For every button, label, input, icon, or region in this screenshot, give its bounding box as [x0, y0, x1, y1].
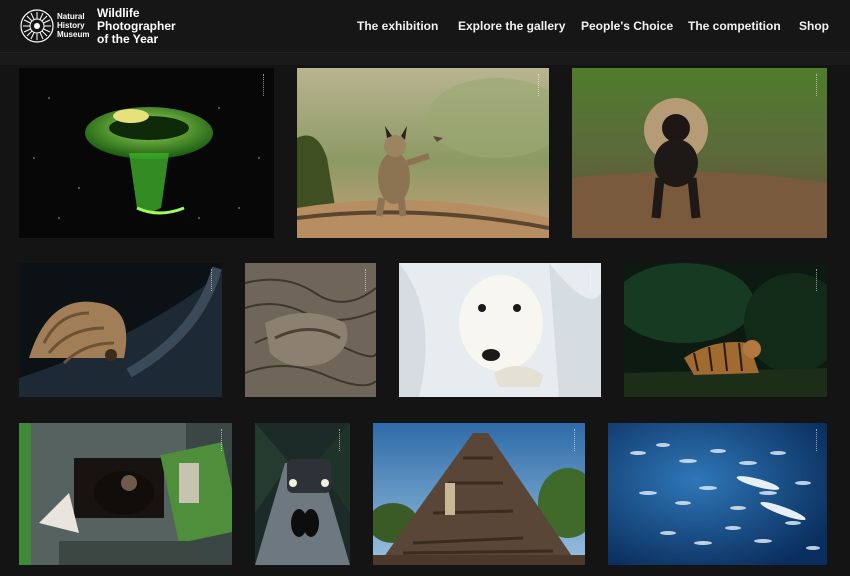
- photo-credit-mark: [221, 429, 228, 451]
- polar-bear-image: [399, 263, 601, 397]
- jellyfish-image: [19, 68, 274, 238]
- pangolin-image: [19, 263, 222, 397]
- tiger-image: [624, 263, 827, 397]
- sloth-image: [245, 263, 376, 397]
- photo-fish-school[interactable]: [608, 423, 827, 565]
- museum-name-line: History: [57, 21, 85, 30]
- museum-name-line: Museum: [57, 30, 90, 39]
- photo-credit-mark: [816, 269, 823, 291]
- photo-credit-mark: [816, 429, 823, 451]
- site-title[interactable]: Wildlife Photographer of the Year: [97, 7, 176, 46]
- museum-name[interactable]: Natural History Museum: [57, 12, 89, 39]
- fish-school-image: [608, 423, 827, 565]
- nav-shop[interactable]: Shop: [799, 19, 829, 33]
- photo-credit-mark: [590, 269, 597, 291]
- photo-pangolin[interactable]: [19, 263, 222, 397]
- bears-road-image: [255, 423, 350, 565]
- photo-sloth[interactable]: [245, 263, 376, 397]
- nav-explore-gallery[interactable]: Explore the gallery: [458, 19, 565, 33]
- nav-peoples-choice[interactable]: People's Choice: [581, 19, 673, 33]
- photo-polar-bear[interactable]: [399, 263, 601, 397]
- photo-lynx[interactable]: [297, 68, 549, 238]
- ivory-pyre-image: [373, 423, 585, 565]
- photo-credit-mark: [211, 269, 218, 291]
- photo-ivory-pyre[interactable]: [373, 423, 585, 565]
- photo-credit-mark: [339, 429, 346, 451]
- photo-credit-mark: [574, 429, 581, 451]
- nav-competition[interactable]: The competition: [688, 19, 781, 33]
- photo-jellyfish[interactable]: [19, 68, 274, 238]
- nav-exhibition[interactable]: The exhibition: [357, 19, 438, 33]
- photo-credit-mark: [365, 269, 372, 291]
- lynx-image: [297, 68, 549, 238]
- museum-name-line: Natural: [57, 12, 85, 21]
- photo-credit-mark: [816, 74, 823, 96]
- nhm-logo-icon[interactable]: [20, 9, 54, 43]
- site-title-line: of the Year: [97, 32, 159, 46]
- photo-caged-bear[interactable]: [19, 423, 232, 565]
- photo-credit-mark: [263, 74, 270, 96]
- photo-bears-on-road[interactable]: [255, 423, 350, 565]
- site-header: Natural History Museum Wildlife Photogra…: [0, 0, 850, 53]
- caged-bear-image: [19, 423, 232, 565]
- photo-lion-tailed-macaque[interactable]: [572, 68, 827, 238]
- macaque-image: [572, 68, 827, 238]
- photo-credit-mark: [538, 74, 545, 96]
- header-shadow-strip: [0, 53, 850, 65]
- photo-tiger[interactable]: [624, 263, 827, 397]
